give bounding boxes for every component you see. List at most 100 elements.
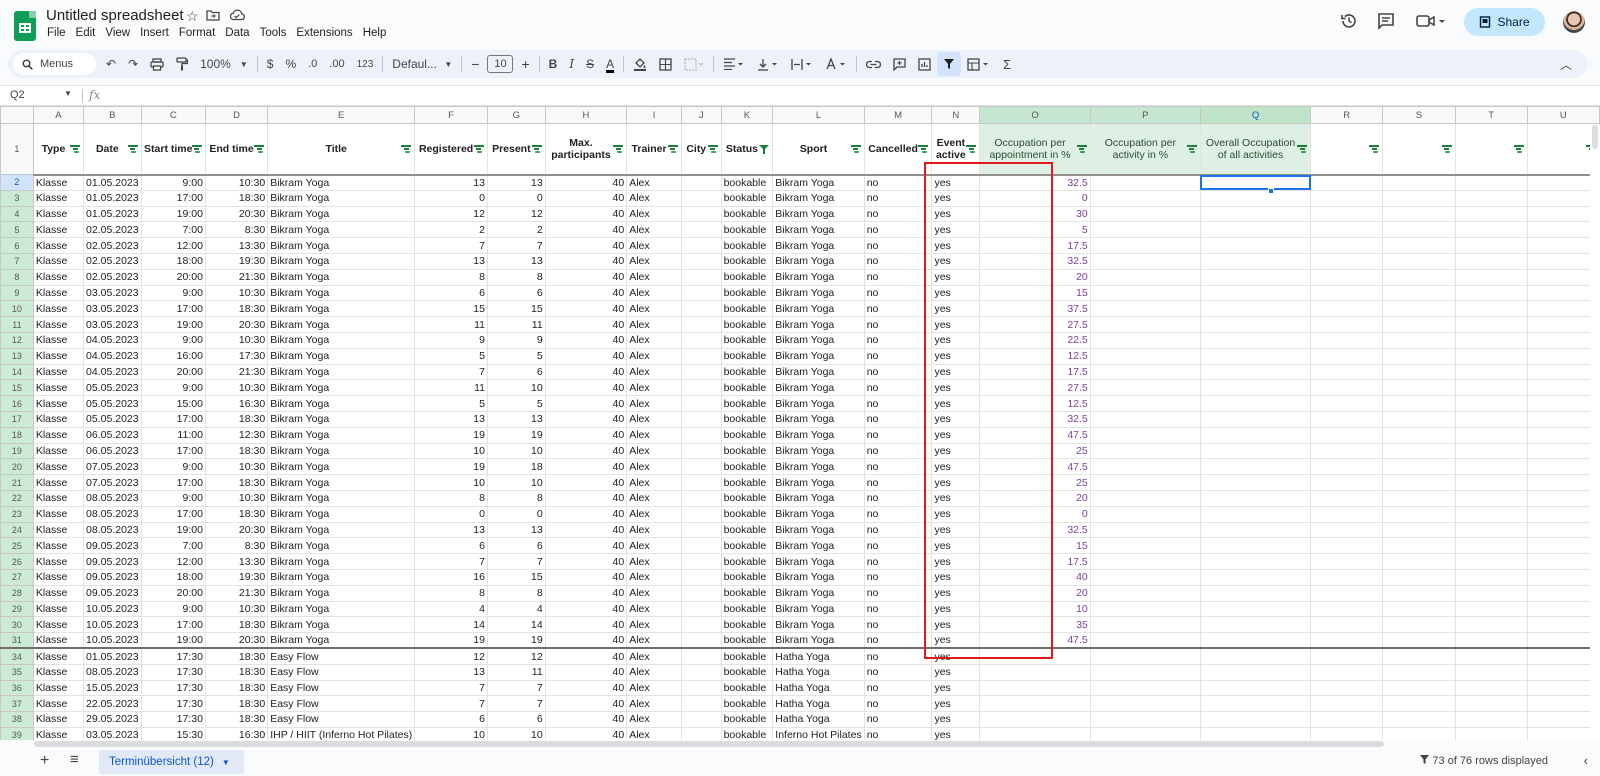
cell-u[interactable] [1526,726,1600,740]
cell-u[interactable] [1526,632,1600,649]
cell-k[interactable]: bookable [720,505,774,523]
cell-a[interactable]: Klasse [32,395,85,412]
cell-j[interactable] [680,205,722,223]
column-header-j[interactable]: J [680,106,722,124]
cell-r[interactable] [1310,553,1384,570]
row-number[interactable]: 28 [0,584,34,602]
cell-i[interactable]: Alex [626,505,682,523]
cell-u[interactable] [1526,347,1600,365]
cell-t[interactable] [1454,553,1528,570]
header-cell[interactable]: End time [204,123,269,176]
cell-g[interactable]: 10 [486,442,546,460]
move-folder-icon[interactable] [206,8,220,24]
cell-b[interactable]: 04.05.2023 [83,347,142,365]
filter-icon[interactable] [1297,145,1308,152]
cell-e[interactable]: Bikram Yoga [267,331,416,349]
cell-p[interactable] [1089,300,1201,318]
cell-i[interactable]: Alex [626,600,682,618]
cell-s[interactable] [1382,395,1456,412]
cell-n[interactable]: yes [931,316,981,333]
cell-i[interactable]: Alex [626,426,682,444]
cell-m[interactable]: no [863,474,933,491]
cell-a[interactable]: Klasse [32,568,85,586]
cell-k[interactable]: bookable [720,268,774,286]
cell-u[interactable] [1526,679,1600,697]
cell-a[interactable]: Klasse [32,316,85,333]
cell-t[interactable] [1454,695,1528,713]
cell-h[interactable]: 40 [544,505,628,523]
cell-n[interactable]: yes [931,442,981,460]
cell-o[interactable]: 47.5 [979,426,1091,444]
cell-r[interactable] [1310,663,1384,681]
search-menus-input[interactable]: Menus [13,53,96,75]
column-header-n[interactable]: N [931,106,981,124]
cell-g[interactable]: 19 [486,426,546,444]
cell-b[interactable]: 04.05.2023 [83,331,142,349]
cell-i[interactable]: Alex [626,711,682,728]
cell-u[interactable] [1526,647,1600,665]
cell-e[interactable]: Bikram Yoga [267,268,416,286]
row-number[interactable]: 36 [0,679,34,697]
cell-d[interactable]: 18:30 [204,647,269,665]
cell-k[interactable]: bookable [720,632,774,649]
cell-d[interactable]: 18:30 [204,679,269,697]
cell-g[interactable]: 10 [486,379,546,397]
cell-a[interactable]: Klasse [32,521,85,539]
cell-d[interactable]: 20:30 [204,521,269,539]
cell-h[interactable]: 40 [544,711,628,728]
cell-n[interactable]: yes [931,363,981,381]
cell-f[interactable]: 0 [414,505,488,523]
header-cell[interactable]: Sport [772,123,865,176]
header-cell[interactable]: Trainer [626,123,682,176]
cell-j[interactable] [680,600,722,618]
cell-m[interactable]: no [863,489,933,507]
cell-r[interactable] [1310,647,1384,665]
cell-l[interactable]: Bikram Yoga [772,268,865,286]
cell-j[interactable] [680,363,722,381]
header-cell[interactable]: Date [83,123,142,176]
cell-d[interactable]: 16:30 [204,726,269,740]
cell-k[interactable]: bookable [720,695,774,713]
row-number[interactable]: 9 [0,284,34,302]
cell-c[interactable]: 17:00 [140,505,206,523]
cell-a[interactable]: Klasse [32,221,85,239]
cell-a[interactable]: Klasse [32,442,85,460]
cell-f[interactable]: 7 [414,363,488,381]
cell-f[interactable]: 4 [414,600,488,618]
cell-q[interactable] [1199,505,1312,523]
cell-l[interactable]: Bikram Yoga [772,584,865,602]
cell-i[interactable]: Alex [626,663,682,681]
cell-b[interactable]: 10.05.2023 [83,632,142,649]
cell-d[interactable]: 20:30 [204,205,269,223]
cell-d[interactable]: 21:30 [204,584,269,602]
horizontal-scrollbar[interactable] [34,740,1600,748]
cell-i[interactable]: Alex [626,363,682,381]
cell-p[interactable] [1089,726,1201,740]
cell-o[interactable]: 47.5 [979,632,1091,649]
cell-q[interactable] [1199,568,1312,586]
cell-r[interactable] [1310,505,1384,523]
account-avatar[interactable] [1563,11,1585,33]
cell-n[interactable]: yes [931,537,981,555]
row-number[interactable]: 14 [0,363,34,381]
cell-e[interactable]: Bikram Yoga [267,632,416,649]
cell-o[interactable]: 27.5 [979,316,1091,333]
cell-r[interactable] [1310,711,1384,728]
cell-e[interactable]: Bikram Yoga [267,568,416,586]
column-header-p[interactable]: P [1089,106,1201,124]
row-number[interactable]: 37 [0,695,34,713]
cell-p[interactable] [1089,505,1201,523]
cell-s[interactable] [1382,474,1456,491]
cell-t[interactable] [1454,616,1528,634]
cell-g[interactable]: 11 [486,316,546,333]
cell-e[interactable]: Bikram Yoga [267,221,416,239]
cell-b[interactable]: 09.05.2023 [83,537,142,555]
cell-a[interactable]: Klasse [32,600,85,618]
cell-f[interactable]: 13 [414,174,488,191]
cell-q[interactable] [1199,647,1312,665]
cell-b[interactable]: 06.05.2023 [83,442,142,460]
cell-g[interactable]: 6 [486,284,546,302]
cell-a[interactable]: Klasse [32,711,85,728]
all-sheets-menu-icon[interactable]: ≡ [70,751,79,768]
cell-q[interactable] [1199,395,1312,412]
